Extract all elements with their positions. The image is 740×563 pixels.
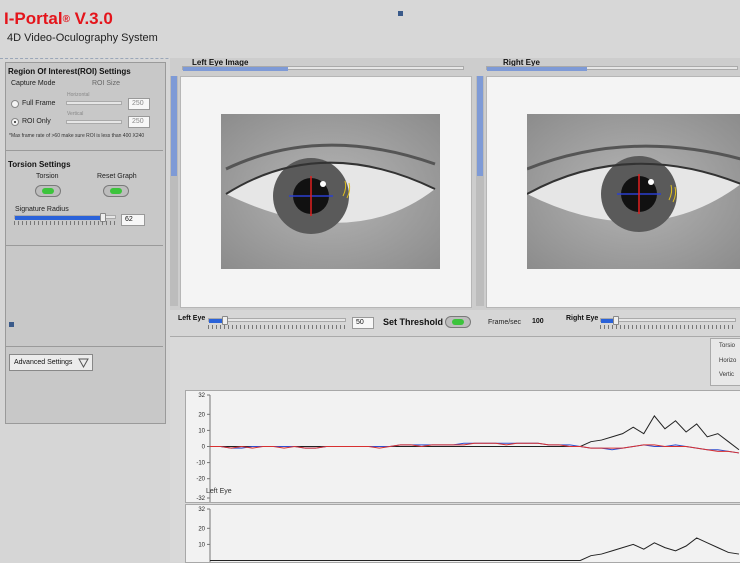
left-eye-plot: 32 20 10 0 -10 -20 -32 Left Eye <box>185 390 740 503</box>
roi-only-radio[interactable] <box>11 118 19 126</box>
full-frame-label: Full Frame <box>22 100 56 107</box>
right-image-vscroll-bar <box>477 76 483 176</box>
series-line-vertical <box>210 442 740 454</box>
left-eye-image-frame <box>180 76 472 308</box>
section-divider <box>6 346 163 347</box>
left-eye-image <box>221 114 440 269</box>
horizontal-label: Horizontal <box>67 92 90 98</box>
y-tick-label: 0 <box>202 445 206 451</box>
left-eye-chart: 32 20 10 0 -10 -20 -32 <box>196 393 740 502</box>
resize-handle[interactable] <box>9 322 14 327</box>
reset-graph-button[interactable] <box>103 185 129 197</box>
section-divider <box>6 245 163 246</box>
y-tick-label: 20 <box>198 412 205 418</box>
y-tick-label: 20 <box>198 526 205 532</box>
y-tick-label: 10 <box>198 428 205 434</box>
left-eye-plot-title: Left Eye <box>206 488 232 495</box>
torsion-heading: Torsion Settings <box>8 160 71 169</box>
roi-heading: Region Of Interest(ROI) Settings <box>8 67 131 76</box>
left-image-hscroll-bar <box>183 67 288 71</box>
right-threshold-ticks <box>600 325 736 329</box>
right-threshold-thumb[interactable] <box>613 316 620 325</box>
signature-radius-ticks <box>14 221 116 225</box>
legend-horizontal: Horizo <box>719 358 737 364</box>
right-eye-chart: 32 20 10 <box>198 507 740 562</box>
y-tick-label: -20 <box>196 477 205 483</box>
left-threshold-value[interactable]: 50 <box>352 317 374 329</box>
right-image-vscroll[interactable] <box>476 76 484 306</box>
vertical-slider[interactable] <box>66 120 122 124</box>
advanced-settings-label: Advanced Settings <box>14 359 73 366</box>
torsion-label: Torsion <box>36 173 59 180</box>
set-threshold-button[interactable] <box>445 316 471 328</box>
right-eye-image <box>527 114 740 269</box>
left-threshold-thumb[interactable] <box>221 316 228 325</box>
frame-rate-value: 100 <box>532 318 544 325</box>
vertical-value[interactable]: 250 <box>128 116 150 128</box>
left-image-vscroll-bar <box>171 76 177 176</box>
signature-radius-label: Signature Radius <box>15 206 69 213</box>
left-image-hscroll[interactable] <box>182 66 464 71</box>
right-threshold-slider[interactable] <box>600 318 736 323</box>
torsion-toggle[interactable] <box>35 185 61 197</box>
y-tick-label: -32 <box>196 496 205 502</box>
right-image-hscroll[interactable] <box>486 66 738 71</box>
dropdown-triangle-icon <box>78 358 89 368</box>
roi-footnote: *Max frame rate of >60 make sure ROI is … <box>9 133 145 139</box>
right-eye-plot: 32 20 10 <box>185 504 740 563</box>
left-threshold-label: Left Eye <box>178 315 206 322</box>
y-tick-label: -10 <box>196 461 205 467</box>
left-image-vscroll[interactable] <box>170 76 178 306</box>
reset-graph-label: Reset Graph <box>97 173 137 180</box>
y-tick-label: 10 <box>198 542 205 548</box>
horizontal-slider[interactable] <box>66 101 122 105</box>
legend-vertical: Vertic <box>719 372 735 378</box>
legend-torsion: Torsio <box>719 343 736 349</box>
left-threshold-ticks <box>208 325 346 329</box>
resize-handle[interactable] <box>398 11 403 16</box>
app-title: I-Portal® V.3.0 <box>4 9 113 28</box>
full-frame-radio[interactable] <box>11 100 19 108</box>
y-tick-label: 32 <box>198 507 205 513</box>
vertical-label: Vertical <box>67 111 84 117</box>
right-eye-image-frame <box>486 76 740 308</box>
capture-mode-label: Capture Mode <box>11 80 56 87</box>
y-tick-label: 32 <box>198 393 205 399</box>
signature-radius-fill <box>15 216 104 220</box>
right-threshold-label: Right Eye <box>566 315 599 322</box>
right-image-hscroll-bar <box>487 67 587 71</box>
signature-radius-value[interactable]: 62 <box>121 214 145 226</box>
section-divider <box>6 150 163 151</box>
advanced-settings-button[interactable]: Advanced Settings <box>9 354 93 371</box>
series-line-torsion <box>210 415 740 451</box>
graph-legend: Torsio Horizo Vertic <box>710 338 740 386</box>
roi-only-label: ROI Only <box>22 118 51 125</box>
series-line-torsion <box>210 537 740 561</box>
roi-size-label: ROI Size <box>92 80 121 87</box>
frame-rate-label: Frame/sec <box>488 319 522 326</box>
left-threshold-slider[interactable] <box>208 318 346 323</box>
app-subtitle: 4D Video-Oculography System <box>7 32 158 44</box>
set-threshold-label: Set Threshold <box>383 317 444 327</box>
series-line-horizontal <box>210 442 740 454</box>
horizontal-value[interactable]: 250 <box>128 98 150 110</box>
